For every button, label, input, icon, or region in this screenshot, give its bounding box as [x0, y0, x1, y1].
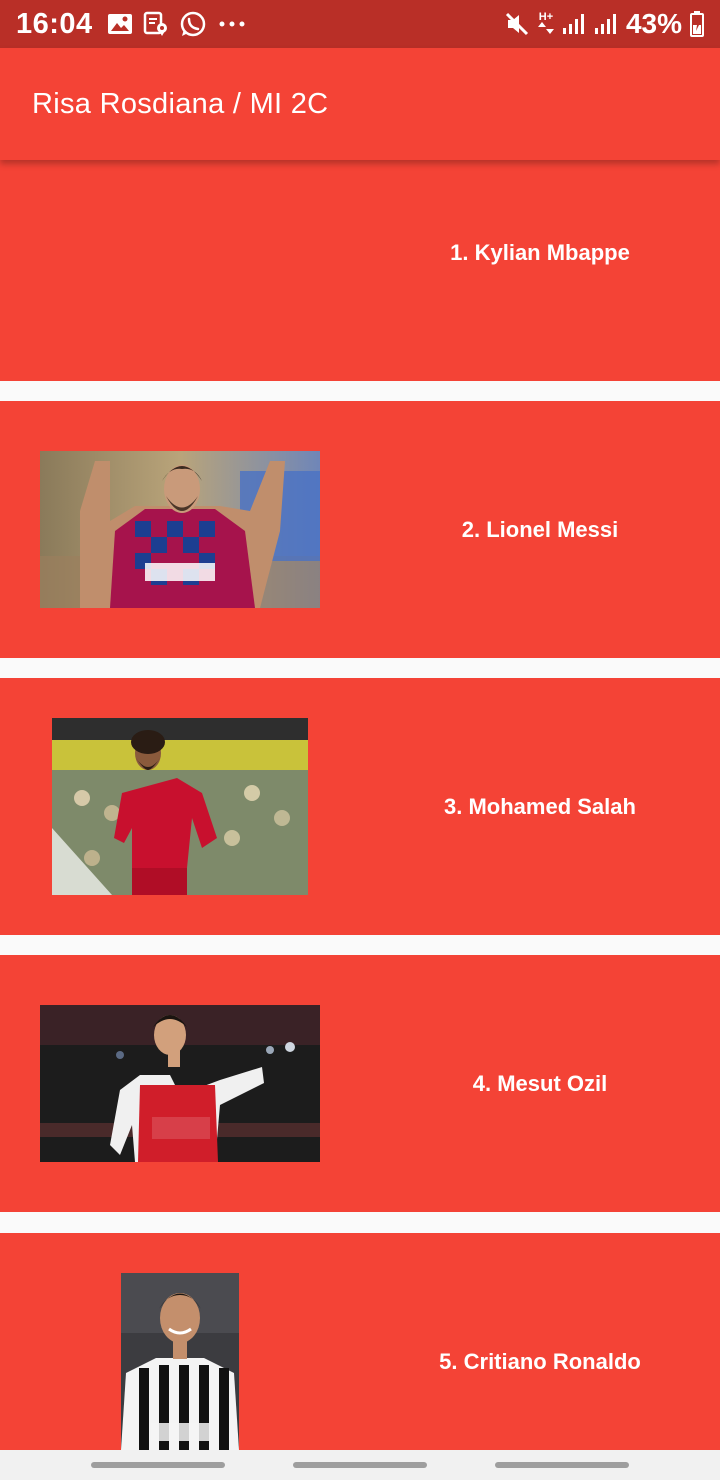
app-bar-title: Risa Rosdiana / MI 2C	[32, 87, 329, 120]
battery-percentage: 43%	[625, 8, 682, 39]
location-icon	[143, 11, 169, 37]
app-screen: 16:04 H+ 43% Risa Rosdiana / MI 2C 1. Ky…	[0, 0, 720, 1480]
nav-recents-button[interactable]	[91, 1462, 225, 1468]
player-name: 4. Mesut Ozil	[472, 1071, 608, 1096]
mute-icon	[504, 11, 530, 37]
notification-icons	[107, 10, 247, 38]
signal-icon	[562, 13, 586, 35]
app-bar: Risa Rosdiana / MI 2C	[0, 48, 720, 160]
player-card[interactable]: 3. Mohamed Salah	[0, 678, 720, 935]
more-icon	[217, 19, 247, 29]
player-card[interactable]: 1. Kylian Mbappe	[0, 160, 720, 381]
player-card[interactable]: 4. Mesut Ozil	[0, 955, 720, 1212]
system-icons: H+ 43%	[504, 8, 704, 40]
player-name: 1. Kylian Mbappe	[450, 240, 630, 265]
player-name: 2. Lionel Messi	[461, 517, 619, 542]
player-photo	[121, 1273, 239, 1450]
battery-icon	[690, 11, 704, 37]
player-name: 5. Critiano Ronaldo	[439, 1349, 641, 1374]
navigation-bar	[0, 1450, 720, 1480]
player-photo	[52, 718, 308, 895]
network-type-icon: H+	[537, 12, 554, 36]
nav-back-button[interactable]	[495, 1462, 629, 1468]
signal-icon	[594, 13, 618, 35]
status-time: 16:04	[16, 7, 93, 40]
status-bar: 16:04 H+ 43%	[0, 0, 720, 48]
whatsapp-icon	[179, 10, 207, 38]
gallery-icon	[107, 12, 133, 36]
nav-home-button[interactable]	[293, 1462, 427, 1468]
player-photo	[40, 1005, 320, 1162]
player-card[interactable]: 2. Lionel Messi	[0, 401, 720, 658]
player-name: 3. Mohamed Salah	[444, 794, 636, 819]
player-card[interactable]: 5. Critiano Ronaldo	[0, 1233, 720, 1450]
player-photo	[40, 451, 320, 608]
